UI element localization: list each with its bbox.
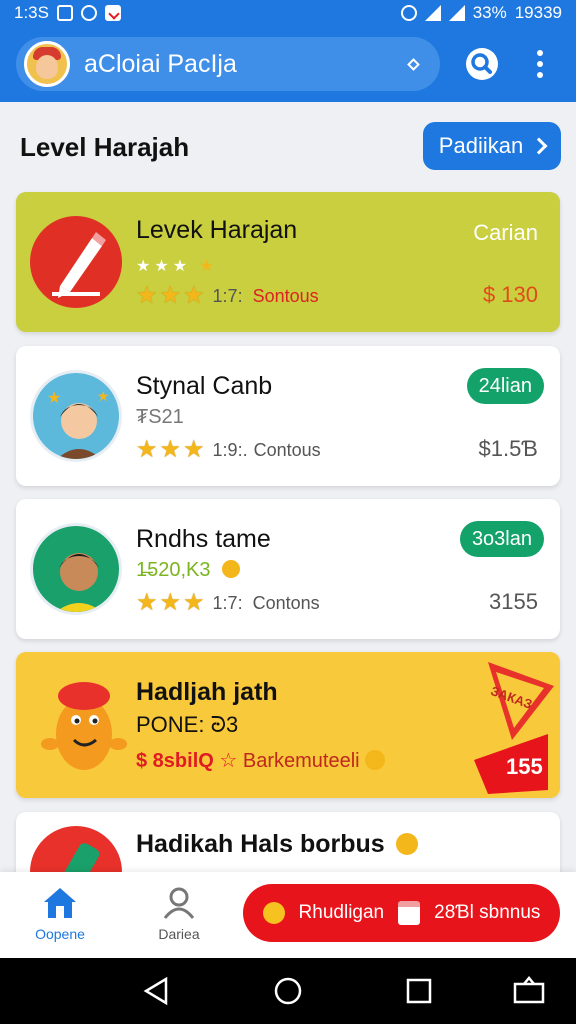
card-title: Levek Harajan (136, 216, 298, 244)
home-icon (44, 888, 76, 918)
header-action-label: Padiikan (438, 133, 524, 158)
rating-row: ★ ★ ★ 1:7: Contons (136, 589, 320, 616)
app-bar: aCloiai PacIja (0, 26, 576, 102)
user-avatar[interactable] (24, 41, 70, 87)
search-text: aCloiai PacIja (84, 49, 237, 78)
list-card-1[interactable]: Levek Harajan ★★★ ★ ★ ★ ★ 1:7: Sontous Car… (16, 192, 560, 332)
search-button[interactable] (458, 40, 506, 88)
promo-badge: ЗАКАЗ 155 (468, 656, 558, 796)
cta-left-label: Rhudligan (298, 902, 385, 923)
status-clock-right: 19339 (514, 3, 562, 22)
cta-right-label: 28Ɓl sbnnus (434, 902, 541, 923)
status-bar: 1:3S 33% 19339 (0, 0, 576, 26)
diamond-icon (407, 57, 420, 71)
svg-text:★: ★ (47, 390, 61, 407)
back-icon[interactable] (142, 976, 172, 1006)
card-price: 3155 (489, 589, 538, 614)
system-navigation-bar (0, 958, 576, 1024)
section-title: Level Harajah (20, 132, 190, 162)
bottom-navigation: Oopene Dariea Rhudligan 28Ɓl sbnnus (0, 872, 576, 958)
home-circle-icon[interactable] (272, 976, 304, 1006)
keyboard-toggle-icon[interactable] (512, 976, 546, 1006)
alarm-icon (400, 5, 417, 21)
promo-subtitle: PONE: ᘒ3 (136, 712, 239, 737)
header-action-button[interactable]: Padiikan (423, 122, 561, 170)
lock-coin-icon (222, 560, 241, 578)
card-tag: Carian (473, 220, 538, 245)
search-icon (466, 48, 498, 80)
card-title: Stynal Canb (136, 372, 273, 400)
nav-home[interactable]: Oopene (15, 886, 105, 942)
promo-title: Hadljah jath (136, 678, 278, 706)
coin-icon (395, 833, 418, 855)
card-tag-pill[interactable]: 24lian (466, 368, 544, 404)
nav-profile[interactable]: Dariea (134, 886, 224, 942)
mascot-icon (38, 668, 128, 778)
status-time: 1:3S (14, 3, 49, 22)
man-avatar-icon (30, 523, 122, 615)
boy-avatar-icon: ★ ★ (30, 370, 122, 462)
card-subtitle: ₮S21 (136, 406, 184, 428)
card-subtitle: 1̶520,K3 (136, 559, 241, 582)
svg-text:★: ★ (97, 388, 110, 404)
signal-icon (448, 5, 465, 21)
card-price: $ 130 (482, 282, 538, 307)
card-title: Hadikah Hals borbus (136, 830, 418, 859)
rating-row: ★ ★ ★ 1:9:. Contous (136, 436, 321, 463)
profile-icon (163, 887, 195, 919)
recents-icon[interactable] (404, 976, 434, 1006)
pencil-avatar-icon (30, 216, 122, 308)
coin-icon (365, 750, 386, 770)
more-options-button[interactable] (528, 40, 552, 88)
promo-card[interactable]: Hadljah jath PONE: ᘒ3 $ 8sbilQ ☆ Barkemu… (16, 652, 560, 798)
gift-icon (398, 901, 421, 925)
gmail-notification-icon (104, 5, 121, 21)
card-tag-pill[interactable]: 3o3lan (459, 521, 544, 557)
list-card-2[interactable]: ★ ★ Stynal Canb ₮S21 24lian ★ ★ ★ 1:9:. Co… (16, 346, 560, 486)
chevron-right-icon (530, 137, 548, 155)
card-price: $1.5Ɓ (478, 436, 538, 461)
faded-stars: ★★★ ★ (136, 258, 218, 275)
messenger-notification-icon (80, 5, 97, 21)
coin-icon (262, 902, 285, 924)
battery-percent: 33% (472, 3, 507, 22)
search-bar[interactable]: aCloiai PacIja (16, 37, 440, 91)
wifi-icon (424, 5, 441, 21)
list-card-3[interactable]: Rndhs tame 1̶520,K3 3o3lan ★ ★ ★ 1:7: Cont… (16, 499, 560, 639)
gallery-notification-icon (56, 5, 73, 21)
promo-row: $ 8sbilQ ☆ Barkemuteeli (136, 748, 386, 773)
card-title: Rndhs tame (136, 525, 271, 553)
rating-row: ★ ★ ★ 1:7: Sontous (136, 282, 319, 309)
bonus-cta-button[interactable]: Rhudligan 28Ɓl sbnnus (243, 884, 560, 942)
